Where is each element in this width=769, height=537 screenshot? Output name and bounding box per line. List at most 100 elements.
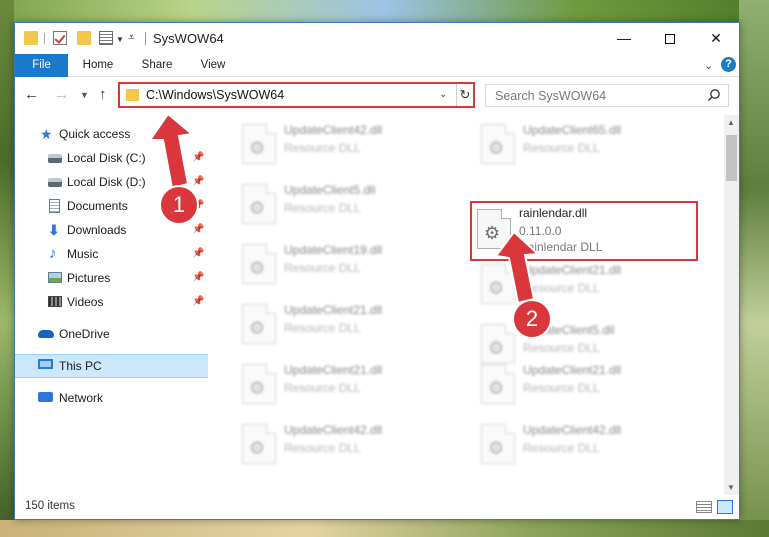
desktop-background-bottom (0, 520, 769, 537)
file-item[interactable]: ⚙ UpdateClient21.dll Resource DLL (471, 259, 696, 313)
recent-locations-icon[interactable]: ▼ (80, 90, 89, 100)
file-name: UpdateClient21.dll (284, 303, 383, 317)
expand-ribbon-icon[interactable]: ⌄ (704, 59, 713, 72)
address-path[interactable]: C:\Windows\SysWOW64 (146, 88, 284, 102)
help-icon[interactable]: ? (721, 57, 736, 72)
dll-file-icon: ⚙ (242, 244, 276, 284)
new-folder-icon[interactable] (77, 31, 91, 45)
tab-file[interactable]: File (15, 54, 68, 77)
pin-icon[interactable]: 📌 (192, 272, 204, 283)
dll-file-icon: ⚙ (481, 424, 515, 464)
sidebar-item-label: Quick access (59, 127, 131, 141)
scroll-down-icon[interactable]: ▼ (727, 483, 735, 492)
folder-icon[interactable] (24, 31, 38, 45)
file-item[interactable]: ⚙ UpdateClient65.dll Resource DLL (471, 119, 696, 173)
details-view-icon[interactable] (696, 501, 712, 513)
search-input[interactable] (487, 86, 697, 105)
vertical-scrollbar[interactable]: ▲ ▼ (724, 115, 739, 495)
file-item-rainlendar-dll[interactable]: ⚙ rainlendar.dll 0.11.0.0 Rainlendar DLL (470, 201, 698, 261)
sidebar-item-this-pc[interactable]: This PC (15, 354, 208, 378)
download-icon: ⬇ (48, 222, 60, 238)
sidebar-item-quick-access[interactable]: ★ Quick access (15, 123, 208, 145)
navigation-pane: ★ Quick access Local Disk (C:) 📌 Local D… (15, 115, 208, 495)
item-count: 150 items (25, 500, 75, 512)
folder-icon (126, 89, 139, 101)
address-bar[interactable]: C:\Windows\SysWOW64 ⌄ ↻ (118, 82, 475, 108)
search-icon[interactable] (707, 88, 721, 102)
sidebar-item-label: Documents (67, 199, 128, 213)
pin-icon[interactable]: 📌 (192, 176, 204, 187)
pin-icon[interactable]: 📌 (192, 224, 204, 235)
pin-icon[interactable]: 📌 (192, 296, 204, 307)
gear-icon: ⚙ (488, 338, 505, 358)
large-icons-view-icon[interactable] (717, 500, 733, 514)
file-name: UpdateClient42.dll (284, 423, 383, 437)
file-type: Resource DLL (523, 381, 600, 395)
up-arrow-icon[interactable]: ↑ (99, 86, 107, 103)
file-item[interactable]: ⚙ UpdateClient42.dll Resource DLL (471, 419, 696, 473)
chevron-down-icon[interactable]: ▼ (116, 35, 124, 44)
file-item[interactable]: ⚙ UpdateClient21.dll Resource DLL (232, 299, 457, 353)
file-type: Resource DLL (284, 381, 361, 395)
sidebar-item-music[interactable]: ♪ Music 📌 (15, 243, 208, 265)
sidebar-item-onedrive[interactable]: OneDrive (15, 323, 208, 345)
file-type: Resource DLL (523, 281, 600, 295)
customize-toolbar-icon[interactable] (99, 31, 113, 45)
file-type: Resource DLL (284, 201, 361, 215)
file-item[interactable]: ⚙ UpdateClient19.dll Resource DLL (232, 239, 457, 293)
disk-icon (48, 178, 62, 187)
search-box[interactable] (485, 84, 729, 107)
file-name: UpdateClient21.dll (523, 263, 622, 277)
file-item[interactable]: ⚙ UpdateClient5.dll Resource DLL (232, 179, 457, 233)
scroll-up-icon[interactable]: ▲ (727, 118, 735, 127)
file-item[interactable]: ⚙ UpdateClient21.dll Resource DLL (232, 359, 457, 413)
maximize-button[interactable] (647, 23, 693, 54)
star-icon: ★ (40, 126, 53, 142)
file-type: Resource DLL (523, 441, 600, 455)
dll-file-icon: ⚙ (477, 209, 511, 249)
sidebar-item-local-disk-c[interactable]: Local Disk (C:) 📌 (15, 147, 208, 169)
cloud-icon (38, 330, 54, 338)
dll-file-icon: ⚙ (242, 124, 276, 164)
gear-icon: ⚙ (249, 198, 266, 218)
file-item[interactable]: ⚙ UpdateClient42.dll Resource DLL (232, 119, 457, 173)
desktop-background-top (0, 0, 769, 22)
quick-access-dropdown-icon[interactable]: ⩡ (128, 30, 135, 45)
step-2-badge: 2 (512, 299, 552, 339)
dll-file-icon: ⚙ (481, 124, 515, 164)
network-icon (38, 392, 53, 402)
pin-icon[interactable]: 📌 (192, 152, 204, 163)
sidebar-item-pictures[interactable]: Pictures 📌 (15, 267, 208, 289)
toolbar-separator (44, 33, 45, 44)
tab-view[interactable]: View (193, 54, 233, 77)
forward-arrow-icon[interactable]: → (54, 86, 69, 103)
sidebar-item-network[interactable]: Network (15, 387, 208, 409)
file-type: Resource DLL (284, 261, 361, 275)
file-item[interactable]: ⚙ UpdateClient42.dll Resource DLL (232, 419, 457, 473)
scroll-thumb[interactable] (726, 135, 737, 181)
dll-file-icon: ⚙ (242, 424, 276, 464)
refresh-icon[interactable]: ↻ (456, 84, 473, 106)
close-button[interactable]: ✕ (693, 23, 739, 54)
desktop-background-left (0, 0, 14, 537)
maximize-icon (665, 34, 675, 45)
picture-icon (48, 272, 62, 283)
tab-share[interactable]: Share (137, 54, 177, 77)
sidebar-item-videos[interactable]: Videos 📌 (15, 291, 208, 313)
file-explorer-window: ▼ ⩡ SysWOW64 — ✕ File Home Share View ⌄ … (14, 22, 740, 520)
sidebar-item-label: Network (59, 391, 104, 405)
dll-file-icon: ⚙ (481, 264, 515, 304)
dll-file-icon: ⚙ (242, 304, 276, 344)
chevron-down-icon[interactable]: ⌄ (439, 89, 447, 100)
pin-icon[interactable]: 📌 (192, 248, 204, 259)
back-arrow-icon[interactable]: ← (24, 86, 39, 103)
dll-file-icon: ⚙ (481, 324, 515, 364)
status-bar: 150 items (15, 495, 739, 519)
tab-home[interactable]: Home (78, 54, 118, 77)
properties-check-icon[interactable] (53, 31, 67, 45)
file-type: Resource DLL (523, 141, 600, 155)
file-type: Resource DLL (284, 321, 361, 335)
gear-icon: ⚙ (249, 138, 266, 158)
minimize-button[interactable]: — (601, 23, 647, 54)
file-item[interactable]: ⚙ UpdateClient21.dll Resource DLL (471, 359, 696, 413)
